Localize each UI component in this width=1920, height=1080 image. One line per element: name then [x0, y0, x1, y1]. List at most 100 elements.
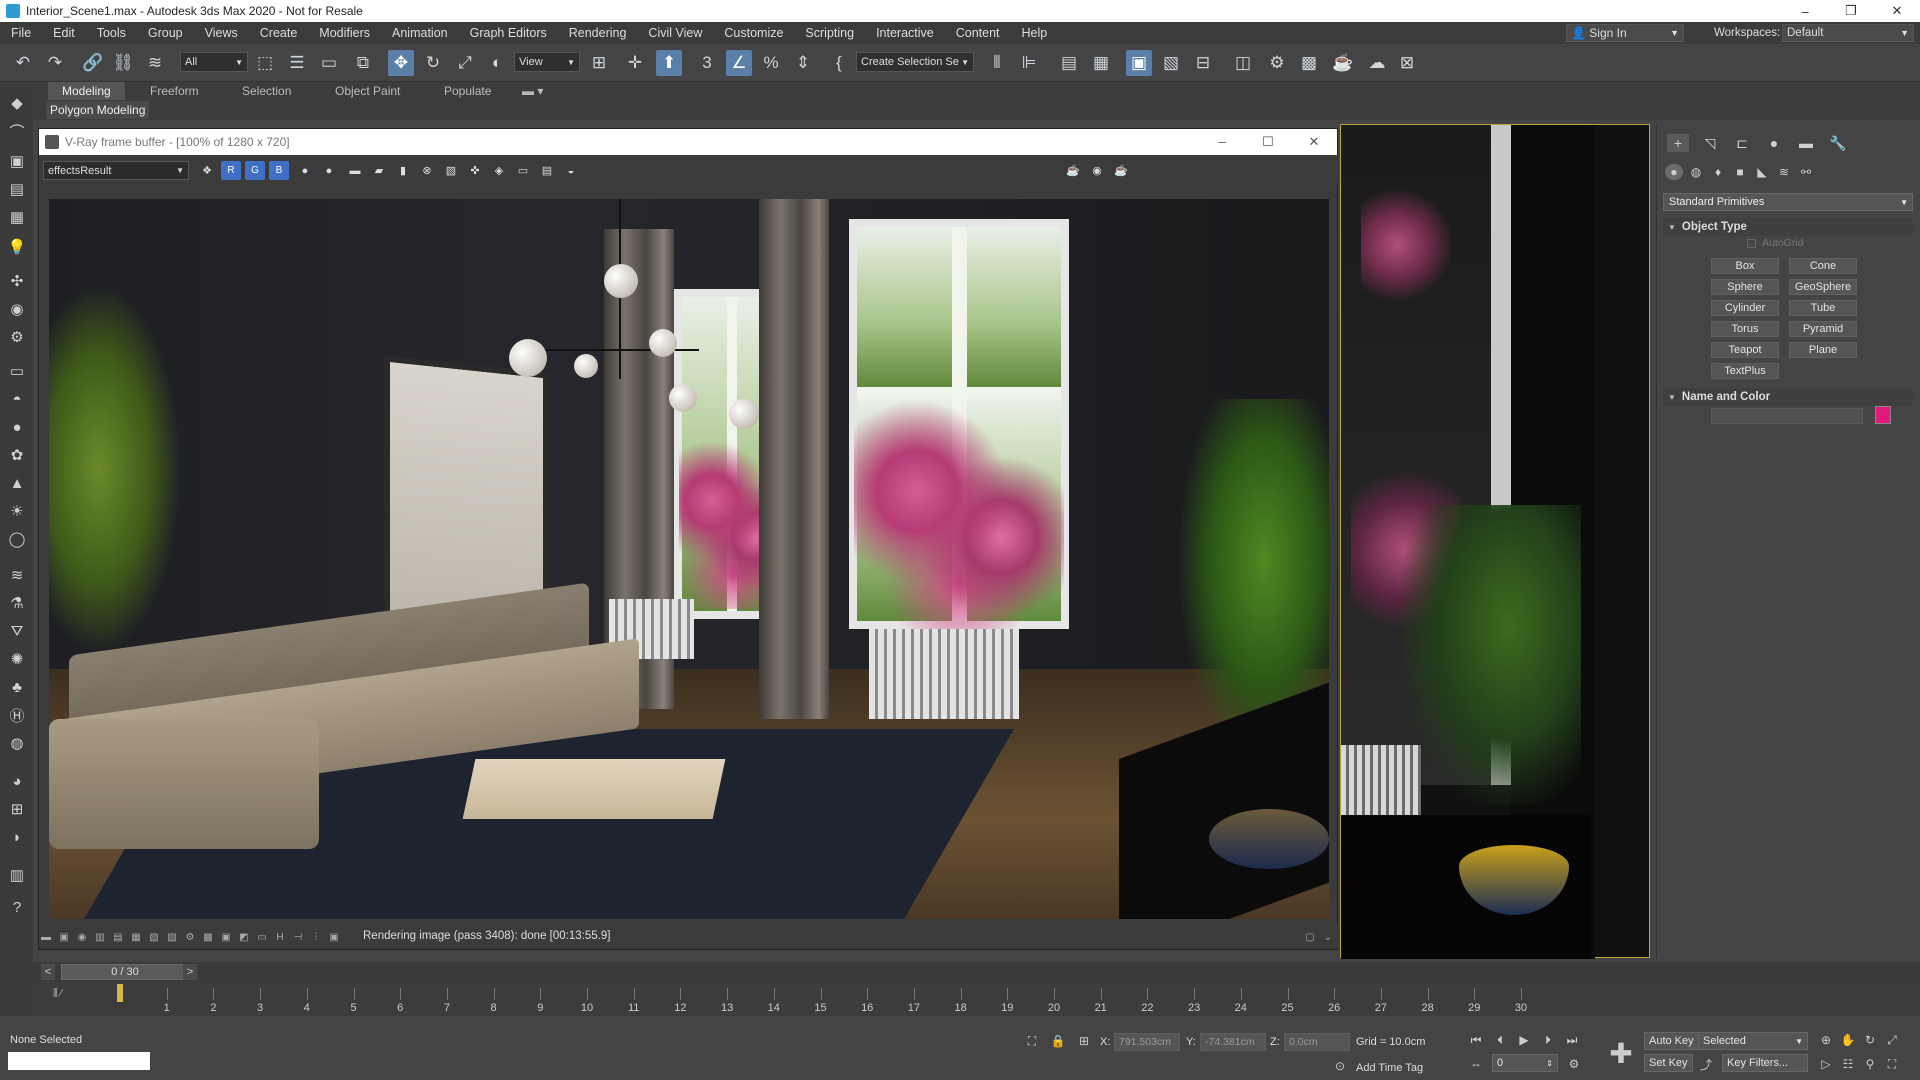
- menu-create[interactable]: Create: [249, 26, 309, 40]
- reference-coordinate-dropdown[interactable]: View ▼: [514, 52, 580, 72]
- object-name-input[interactable]: [1711, 408, 1863, 424]
- viewport[interactable]: [1340, 124, 1650, 959]
- percent-snap-icon[interactable]: %: [758, 50, 784, 76]
- go-to-start-icon[interactable]: ⏮: [1468, 1032, 1484, 1048]
- menu-views[interactable]: Views: [194, 26, 249, 40]
- proxy-icon[interactable]: ⚗: [5, 592, 29, 614]
- split-icon[interactable]: ⊣: [291, 930, 305, 944]
- render-setup-icon[interactable]: ⚙: [1264, 50, 1290, 76]
- render-channel-dropdown[interactable]: effectsResult ▼: [43, 161, 189, 180]
- selection-lock-icon[interactable]: 🔒: [1050, 1033, 1066, 1049]
- layer-explorer-icon[interactable]: ▦: [1088, 50, 1114, 76]
- geometry-icon[interactable]: ●: [1665, 164, 1683, 180]
- unlink-icon[interactable]: ⛓: [110, 50, 136, 76]
- y-coordinate-field[interactable]: -74.381cm: [1200, 1033, 1266, 1051]
- cone-button[interactable]: Cone: [1789, 258, 1857, 274]
- autogrid-checkbox[interactable]: AutoGrid: [1747, 237, 1803, 249]
- walkthrough-icon[interactable]: ☷: [1840, 1056, 1856, 1072]
- decal-icon[interactable]: ✺: [5, 648, 29, 670]
- render-production-icon[interactable]: ☕: [1330, 50, 1356, 76]
- time-configuration-icon[interactable]: ⚙: [1566, 1056, 1582, 1072]
- geosphere-button[interactable]: GeoSphere: [1789, 279, 1857, 295]
- menu-civil-view[interactable]: Civil View: [637, 26, 713, 40]
- panel-polygon-modeling[interactable]: Polygon Modeling: [46, 101, 150, 119]
- vfb-panel-toggle-icon[interactable]: ▢: [1303, 930, 1317, 944]
- zoom-extents-icon[interactable]: ⊕: [1818, 1032, 1834, 1048]
- window-crossing-icon[interactable]: ⧉: [350, 50, 376, 76]
- link-icon[interactable]: 🔗: [80, 50, 106, 76]
- menu-interactive[interactable]: Interactive: [865, 26, 945, 40]
- scene-converter-icon[interactable]: ▥: [5, 864, 29, 886]
- bind-space-warp-icon[interactable]: ≋: [142, 50, 168, 76]
- snaps-toggle-icon[interactable]: 3: [694, 50, 720, 76]
- systems-icon[interactable]: ⚙: [5, 326, 29, 348]
- orbit-icon[interactable]: ↻: [1862, 1032, 1878, 1048]
- hierarchy-tab-icon[interactable]: ⊏: [1731, 134, 1753, 152]
- vfb-minimize-button[interactable]: –: [1199, 134, 1245, 150]
- absolute-mode-icon[interactable]: ⊞: [1076, 1033, 1092, 1049]
- rendered-image[interactable]: [49, 199, 1329, 919]
- minimize-button[interactable]: –: [1782, 0, 1828, 22]
- tab-populate[interactable]: Populate: [444, 82, 491, 100]
- select-place-icon[interactable]: ◐: [484, 50, 510, 76]
- close-button[interactable]: ✕: [1874, 0, 1920, 22]
- region-zoom-icon[interactable]: ⛶: [1884, 1056, 1900, 1072]
- ies-light-icon[interactable]: ▲: [5, 472, 29, 494]
- undo-icon[interactable]: ↶: [10, 50, 36, 76]
- vfb-close-button[interactable]: ✕: [1291, 134, 1337, 150]
- curves-icon[interactable]: ▦: [129, 930, 143, 944]
- cylinder-button[interactable]: Cylinder: [1711, 300, 1779, 316]
- physical-camera-icon[interactable]: ⛛: [5, 620, 29, 642]
- mirror-icon[interactable]: ⫴: [984, 50, 1010, 76]
- load-image-icon[interactable]: ▰: [369, 161, 389, 180]
- time-tag-icon[interactable]: ⊙: [1332, 1058, 1348, 1074]
- x-coordinate-field[interactable]: 791.503cm: [1114, 1033, 1180, 1051]
- display-tab-icon[interactable]: ▬: [1795, 134, 1817, 152]
- pan-view-icon[interactable]: ✋: [1840, 1032, 1856, 1048]
- color-correction-icon[interactable]: ▥: [93, 930, 107, 944]
- menu-animation[interactable]: Animation: [381, 26, 459, 40]
- current-frame-marker[interactable]: [117, 984, 123, 1002]
- curve-editor-icon[interactable]: ▧: [1158, 50, 1184, 76]
- box-icon[interactable]: ▣: [5, 150, 29, 172]
- render-last-icon[interactable]: ◒: [561, 161, 581, 180]
- a360-gallery-icon[interactable]: ⊠: [1394, 50, 1420, 76]
- z-coordinate-field[interactable]: 0.0cm: [1284, 1033, 1350, 1051]
- tab-object-paint[interactable]: Object Paint: [335, 82, 400, 100]
- menu-modifiers[interactable]: Modifiers: [308, 26, 381, 40]
- vfb-expand-icon[interactable]: ⌄: [1321, 930, 1335, 944]
- schematic-view-icon[interactable]: ⊟: [1190, 50, 1216, 76]
- stereo-icon[interactable]: ◉: [75, 930, 89, 944]
- track-bar-filter-icon[interactable]: ⫼ ∕: [53, 988, 62, 999]
- time-slider-thumb[interactable]: 0 / 30: [61, 964, 189, 980]
- key-mode-toggle-icon[interactable]: ⇔: [1468, 1056, 1484, 1072]
- utilities-tab-icon[interactable]: 🔧: [1827, 134, 1849, 152]
- green-channel-button[interactable]: G: [245, 161, 265, 180]
- time-slider[interactable]: < 0 / 30 >: [33, 962, 1920, 982]
- tab-modeling[interactable]: Modeling: [48, 82, 125, 100]
- red-channel-button[interactable]: R: [221, 161, 241, 180]
- key-mode-dropdown[interactable]: Selected ▼: [1698, 1032, 1808, 1050]
- shapes-icon[interactable]: ◍: [1687, 164, 1705, 180]
- align-icon[interactable]: ⊫: [1016, 50, 1042, 76]
- modify-tab-icon[interactable]: ◹: [1699, 134, 1721, 152]
- play-icon[interactable]: ▶: [1516, 1032, 1532, 1048]
- zoom-all-icon[interactable]: ⚲: [1862, 1056, 1878, 1072]
- clear-image-icon[interactable]: ▮: [393, 161, 413, 180]
- render-in-cloud-icon[interactable]: ☁: [1364, 50, 1390, 76]
- blue-channel-button[interactable]: B: [269, 161, 289, 180]
- region-render-icon[interactable]: ▧: [441, 161, 461, 180]
- help-icon[interactable]: ?: [5, 896, 29, 918]
- sun-icon[interactable]: ☀: [5, 500, 29, 522]
- environment-fog-icon[interactable]: ◍: [5, 732, 29, 754]
- view-alpha-icon[interactable]: ●: [295, 161, 315, 180]
- selection-filter-dropdown[interactable]: All ▼: [180, 52, 248, 72]
- default-in-out-tangents-icon[interactable]: ⤴: [1698, 1056, 1714, 1072]
- motion-tab-icon[interactable]: ●: [1763, 134, 1785, 152]
- vfb-maximize-button[interactable]: ☐: [1245, 134, 1291, 150]
- maxscript-listener-mini[interactable]: [8, 1052, 150, 1070]
- stop-render-icon[interactable]: ⊗: [417, 161, 437, 180]
- tab-freeform[interactable]: Freeform: [150, 82, 199, 100]
- history-icon[interactable]: ▬: [39, 930, 53, 944]
- cloud-render-icon[interactable]: ☕: [1111, 161, 1131, 180]
